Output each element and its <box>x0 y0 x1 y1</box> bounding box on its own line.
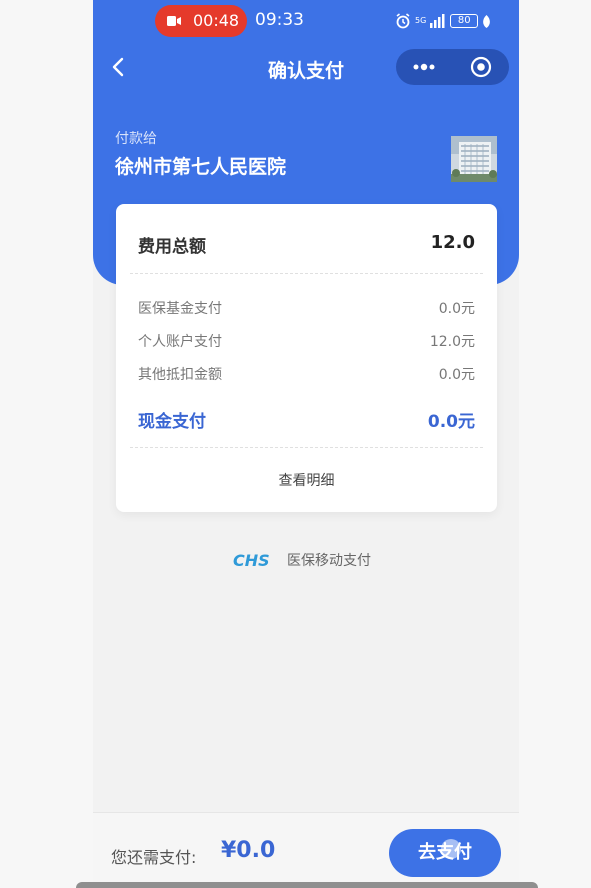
payment-summary-card: 费用总额 12.0 医保基金支付 0.0元 个人账户支付 12.0元 其他抵扣金… <box>116 204 497 512</box>
leaf-icon <box>483 14 491 28</box>
hospital-name: 徐州市第七人民医院 <box>115 156 287 178</box>
more-dots-icon <box>413 63 435 71</box>
view-details-link[interactable]: 查看明细 <box>116 470 497 490</box>
total-value: 12.0 <box>430 232 475 253</box>
signal-icon <box>430 14 445 28</box>
personal-account-value: 12.0元 <box>429 334 475 350</box>
payee-section: 付款给 徐州市第七人民医院 <box>115 128 286 179</box>
chs-logo: CHS <box>233 552 270 568</box>
fund-payment-label: 医保基金支付 <box>138 301 222 317</box>
chs-brand: CHS 医保移动支付 <box>233 549 371 571</box>
mini-program-capsule <box>396 49 509 85</box>
payment-footer: 您还需支付: ¥0.0 去支付 <box>93 812 519 888</box>
home-indicator[interactable] <box>76 882 538 888</box>
divider <box>130 447 483 448</box>
more-button[interactable] <box>396 49 452 85</box>
recording-time: 00:48 <box>193 11 240 30</box>
other-deduction-row: 其他抵扣金额 0.0元 <box>138 364 475 384</box>
svg-text:CHS: CHS <box>233 552 270 568</box>
payee-label: 付款给 <box>115 131 157 147</box>
fund-payment-row: 医保基金支付 0.0元 <box>138 298 475 318</box>
battery-icon: 80 <box>450 14 479 28</box>
close-mini-program-button[interactable] <box>453 49 509 85</box>
total-row: 费用总额 12.0 <box>138 232 475 257</box>
app-screen: 00:48 09:33 5G 80 确认支付 付款给 徐州市第七人民医院 费用总… <box>93 0 519 888</box>
pay-button[interactable]: 去支付 <box>389 829 501 877</box>
target-circle-icon <box>470 56 492 78</box>
personal-account-label: 个人账户支付 <box>138 334 222 350</box>
remaining-label: 您还需支付: <box>111 848 197 867</box>
fund-payment-value: 0.0元 <box>438 301 475 317</box>
remaining-amount: ¥0.0 <box>221 838 276 863</box>
cash-payment-label: 现金支付 <box>138 412 206 432</box>
cash-payment-value: 0.0元 <box>427 412 475 432</box>
status-clock: 09:33 <box>255 10 304 30</box>
personal-account-row: 个人账户支付 12.0元 <box>138 331 475 351</box>
network-type: 5G <box>415 16 427 25</box>
divider <box>130 273 483 274</box>
chs-brand-name: 医保移动支付 <box>287 553 371 569</box>
camera-record-icon <box>167 16 181 26</box>
other-deduction-label: 其他抵扣金额 <box>138 367 222 383</box>
touch-indicator <box>441 839 461 859</box>
hospital-image <box>451 136 497 182</box>
status-bar: 00:48 09:33 5G 80 <box>93 0 519 42</box>
screen-recording-indicator[interactable]: 00:48 <box>155 5 247 37</box>
alarm-icon <box>396 13 410 29</box>
total-label: 费用总额 <box>138 237 206 257</box>
other-deduction-value: 0.0元 <box>438 367 475 383</box>
navigation-bar: 确认支付 <box>93 45 519 89</box>
status-icons: 5G 80 <box>395 11 491 31</box>
cash-payment-row: 现金支付 0.0元 <box>138 407 475 432</box>
